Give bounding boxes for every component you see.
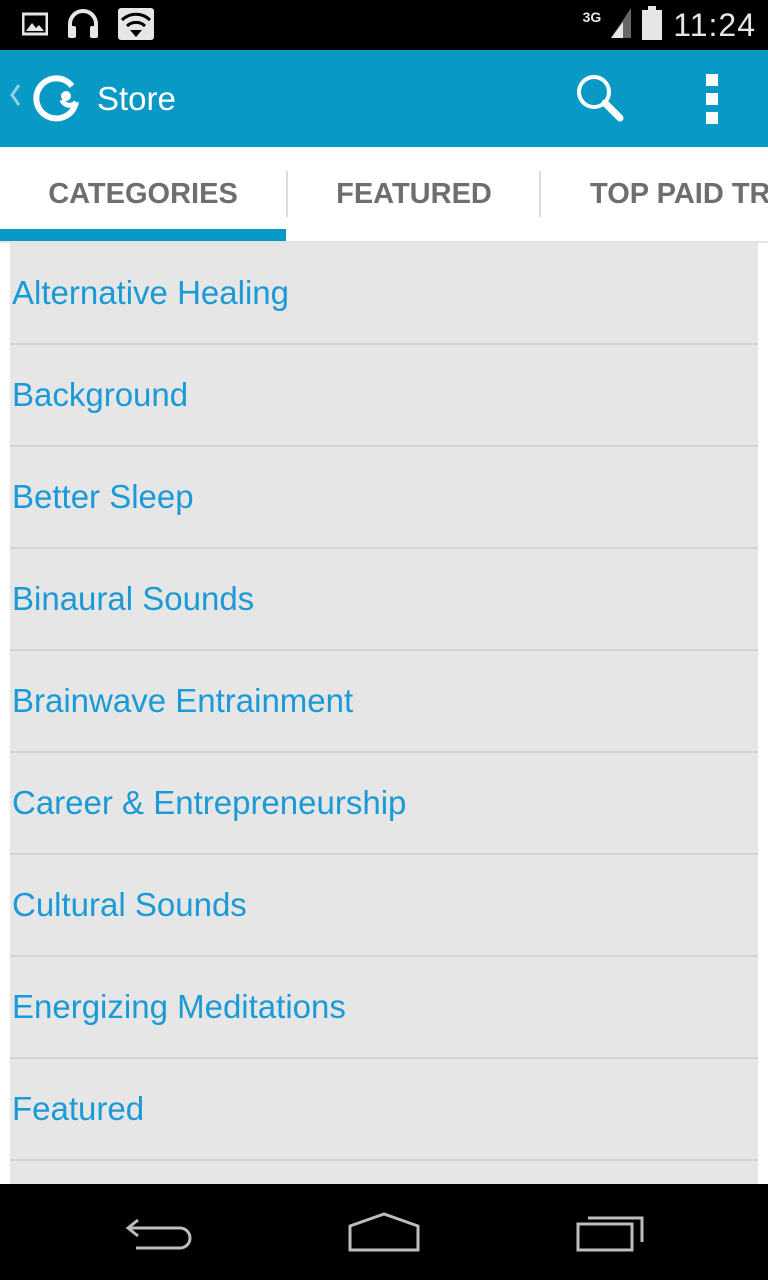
recent-apps-icon[interactable] [574,1212,646,1257]
tab-categories[interactable]: CATEGORIES [0,147,286,241]
up-chevron-icon[interactable] [8,82,22,113]
page-title: Store [97,80,176,117]
tab-bar: CATEGORIES FEATURED TOP PAID TRACKS [0,147,768,243]
home-icon[interactable] [346,1212,422,1257]
category-list[interactable]: Alternative Healing Background Better Sl… [10,243,758,1184]
action-bar: Store [0,50,768,147]
list-item-binaural-sounds[interactable]: Binaural Sounds [10,549,758,651]
list-item-background[interactable]: Background [10,345,758,447]
overflow-menu-icon[interactable] [700,74,724,124]
battery-icon [641,5,663,45]
tab-featured[interactable]: FEATURED [288,147,540,241]
selected-tab-indicator [0,229,286,241]
tab-top-paid-tracks[interactable]: TOP PAID TRACKS [542,147,768,241]
list-item-energizing-meditations[interactable]: Energizing Meditations [10,957,758,1059]
status-bar: 3G 11:24 [0,0,768,50]
list-item-better-sleep[interactable]: Better Sleep [10,447,758,549]
gallery-icon [21,11,49,42]
clock: 11:24 [673,6,756,43]
list-item-brainwave-entrainment[interactable]: Brainwave Entrainment [10,651,758,753]
headphones-icon [66,8,100,45]
list-item-featured[interactable]: Featured [10,1059,758,1161]
app-logo-icon[interactable] [32,74,82,129]
back-icon[interactable] [124,1212,196,1257]
list-item-alternative-healing[interactable]: Alternative Healing [10,243,758,345]
wifi-icon [118,8,154,45]
signal-icon [611,7,632,43]
navigation-bar [0,1184,768,1280]
list-item-cultural-sounds[interactable]: Cultural Sounds [10,855,758,957]
search-icon[interactable] [574,72,626,129]
network-type: 3G [582,9,602,25]
list-item-career-entrepreneurship[interactable]: Career & Entrepreneurship [10,753,758,855]
tab-divider [539,171,541,217]
